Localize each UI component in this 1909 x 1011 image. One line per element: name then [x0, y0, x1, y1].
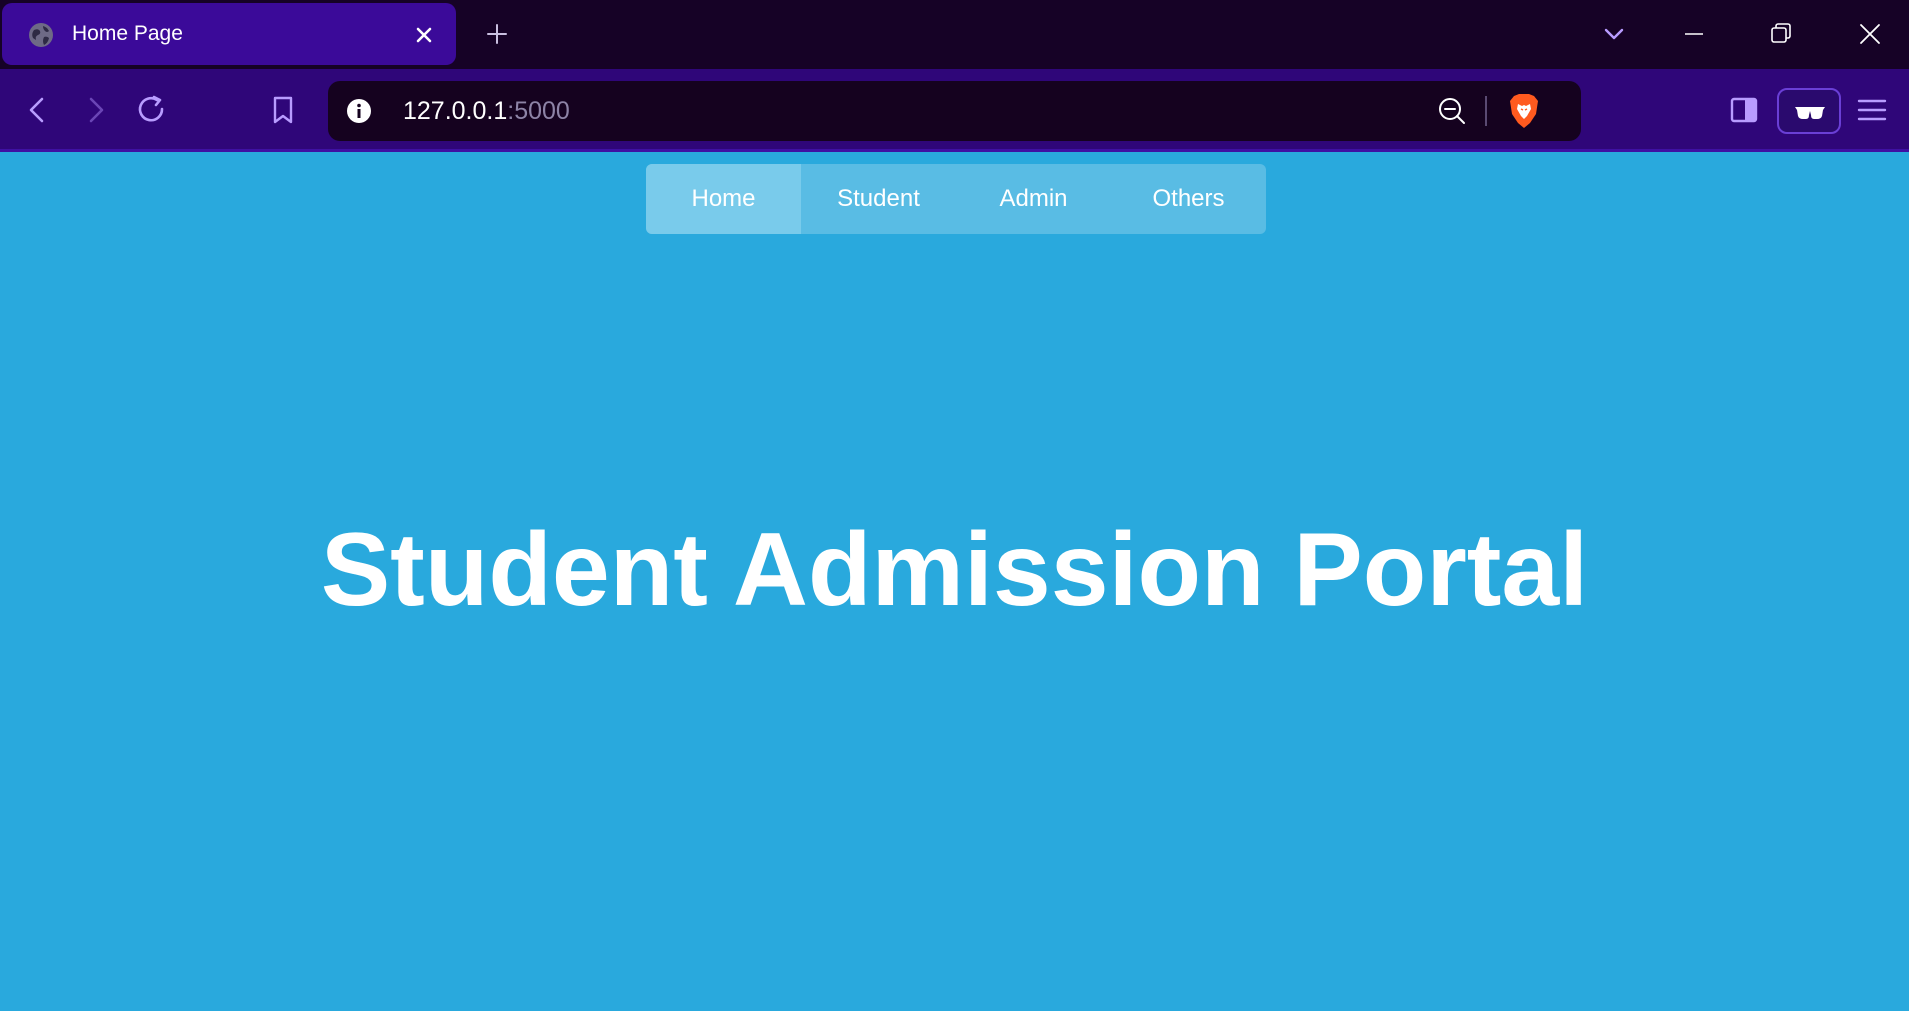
url-port: :5000: [507, 97, 570, 125]
tab-home-page[interactable]: Home Page: [2, 3, 456, 65]
tab-strip: Home Page: [0, 0, 1909, 69]
tab-title: Home Page: [72, 22, 183, 45]
page-content: Home Student Admin Others Student Admiss…: [0, 152, 1909, 1011]
reload-icon[interactable]: [135, 93, 169, 127]
chevron-down-icon[interactable]: [1600, 20, 1628, 48]
nav-item-student[interactable]: Student: [801, 164, 956, 234]
address-bar[interactable]: 127.0.0.1:5000: [328, 81, 1581, 141]
reader-mode-button[interactable]: [1777, 88, 1841, 134]
brave-lion-icon[interactable]: [1508, 92, 1540, 130]
close-tab-icon[interactable]: [414, 25, 434, 45]
nav-item-admin[interactable]: Admin: [956, 164, 1111, 234]
sidebar-icon[interactable]: [1727, 93, 1761, 127]
minimize-icon[interactable]: [1680, 20, 1708, 48]
browser-toolbar: 127.0.0.1:5000: [0, 69, 1909, 152]
address-url[interactable]: 127.0.0.1:5000: [403, 81, 570, 141]
address-divider: [1485, 96, 1487, 126]
restore-icon[interactable]: [1767, 20, 1795, 48]
globe-icon: [29, 23, 53, 47]
nav-item-others[interactable]: Others: [1111, 164, 1266, 234]
page-title: Student Admission Portal: [320, 512, 1589, 628]
zoom-out-icon[interactable]: [1436, 95, 1468, 127]
close-icon[interactable]: [1856, 20, 1884, 48]
plus-icon[interactable]: [485, 22, 509, 46]
glasses-icon: [1795, 107, 1825, 119]
main-nav: Home Student Admin Others: [646, 164, 1266, 234]
hamburger-menu-icon[interactable]: [1855, 93, 1889, 127]
bookmark-icon[interactable]: [266, 93, 300, 127]
back-arrow-icon[interactable]: [21, 93, 55, 127]
forward-arrow-icon[interactable]: [78, 93, 112, 127]
info-icon[interactable]: [346, 98, 372, 124]
url-host: 127.0.0.1: [403, 97, 508, 125]
nav-item-home[interactable]: Home: [646, 164, 801, 234]
